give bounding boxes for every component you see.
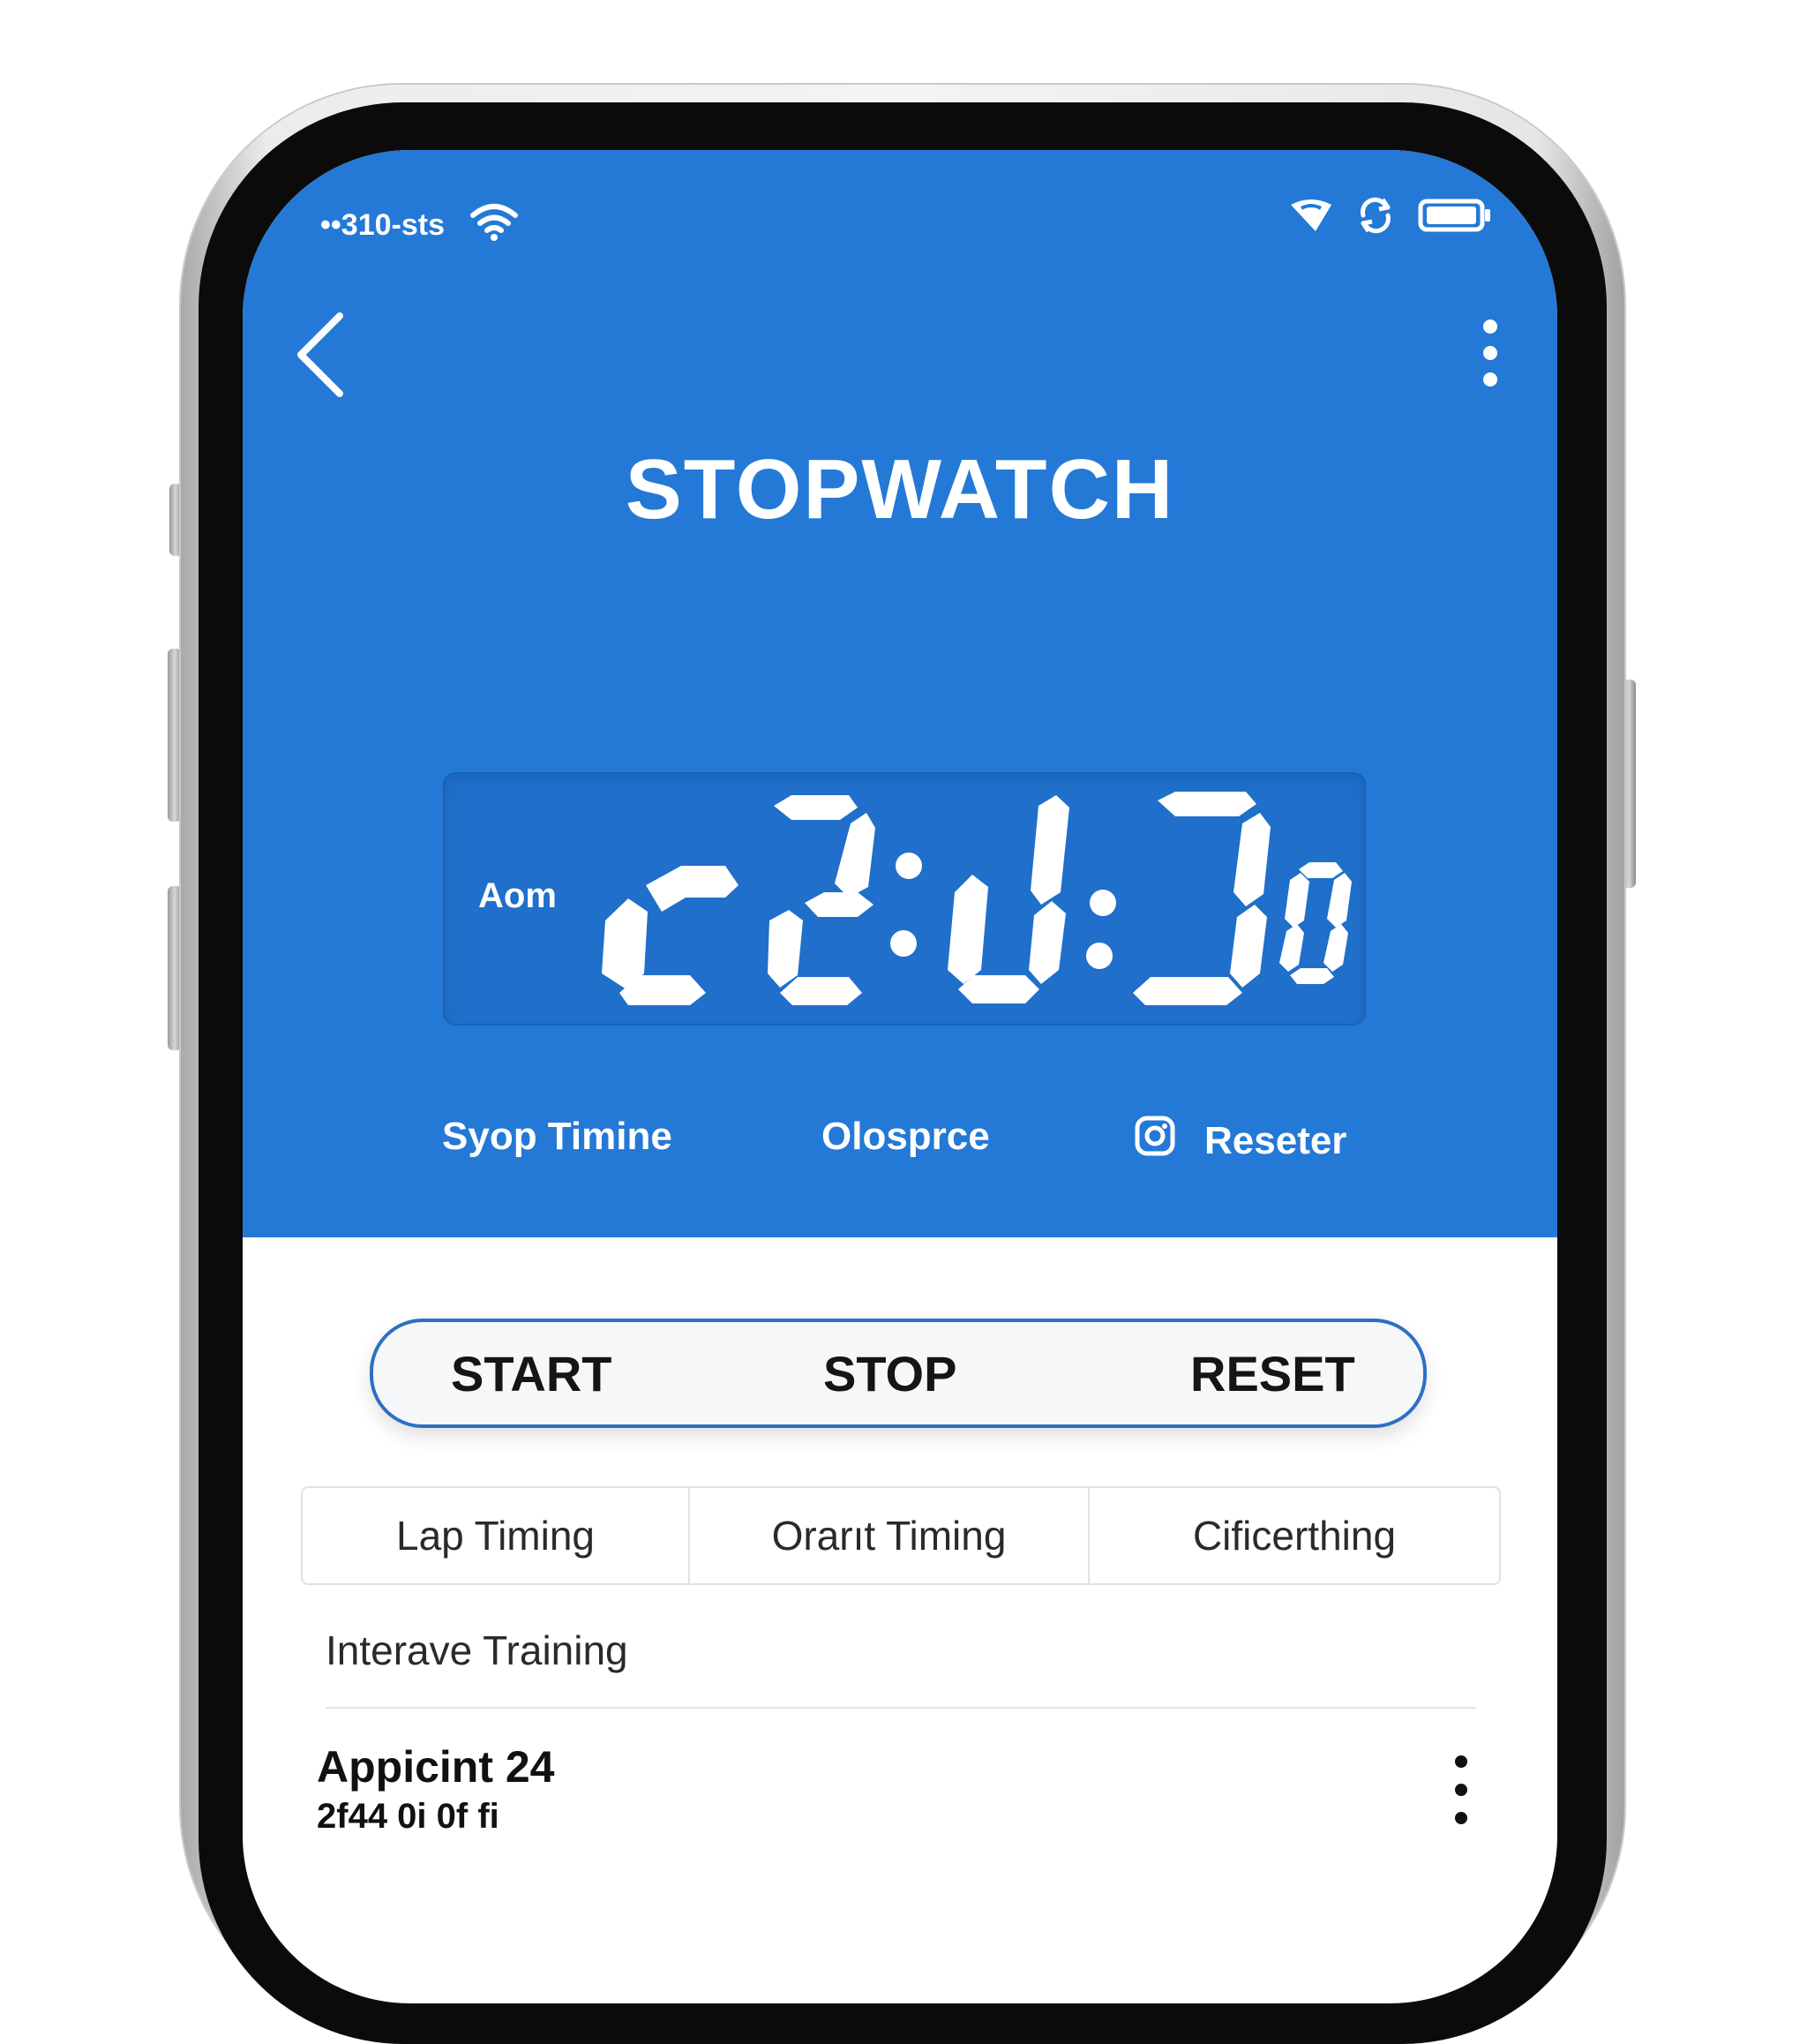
time-display: Aom	[443, 772, 1366, 1026]
section-heading: Interave Training	[326, 1627, 628, 1673]
chevron-left-icon	[297, 312, 343, 397]
mode-stop-timing[interactable]: Syop Timine	[442, 1115, 672, 1159]
carrier-text: ••310-sts	[320, 208, 445, 242]
volume-down-button	[168, 886, 182, 1050]
more-vertical-icon	[1455, 1755, 1467, 1824]
camera-icon	[1134, 1115, 1176, 1167]
more-vertical-icon	[1483, 319, 1497, 387]
back-button[interactable]	[289, 309, 359, 397]
start-button[interactable]: START	[451, 1345, 612, 1402]
page-title: STOPWATCH	[625, 442, 1175, 537]
more-options-button[interactable]	[1473, 318, 1508, 397]
mute-switch	[169, 484, 182, 556]
volume-up-button	[168, 649, 182, 822]
reset-button[interactable]: RESET	[1190, 1345, 1355, 1402]
divider	[326, 1707, 1476, 1709]
list-item-subtitle: 2f44 0i 0f fi	[317, 1797, 499, 1836]
status-bar-right	[1289, 196, 1492, 239]
mode-stop-timing-label: Syop Timine	[442, 1115, 672, 1158]
app-screen: ••310-sts STOPWATCH Aom Syop Timine Olos…	[243, 150, 1557, 2003]
time-readout	[593, 788, 1352, 1009]
status-bar-left: ••310-sts	[320, 201, 519, 250]
tab-cificerthing[interactable]: Cificerthing	[1090, 1488, 1499, 1583]
mode-olosprce[interactable]: Olosprce	[821, 1115, 990, 1159]
wifi-icon	[469, 201, 519, 250]
tab-lap-timing[interactable]: Lap Timing	[303, 1488, 690, 1583]
tab-orarit-timing[interactable]: Orarıt Timing	[690, 1488, 1090, 1583]
battery-icon	[1418, 198, 1492, 237]
list-item-more-button[interactable]	[1448, 1749, 1474, 1829]
sync-icon	[1356, 196, 1395, 239]
control-bar: START STOP RESET	[370, 1319, 1427, 1428]
stop-button[interactable]: STOP	[823, 1345, 956, 1402]
list-item-title[interactable]: Appicint 24	[317, 1741, 554, 1792]
mode-olosprce-label: Olosprce	[821, 1115, 990, 1158]
header-panel: ••310-sts STOPWATCH Aom Syop Timine Olos…	[243, 150, 1557, 1237]
timing-tabs: Lap Timing Orarıt Timing Cificerthing	[301, 1486, 1501, 1585]
mode-reseter-label: Reseter	[1204, 1118, 1347, 1162]
signal-icon	[1289, 198, 1333, 237]
mode-reseter[interactable]: Reseter	[1134, 1115, 1346, 1167]
display-label: Aom	[478, 876, 557, 915]
